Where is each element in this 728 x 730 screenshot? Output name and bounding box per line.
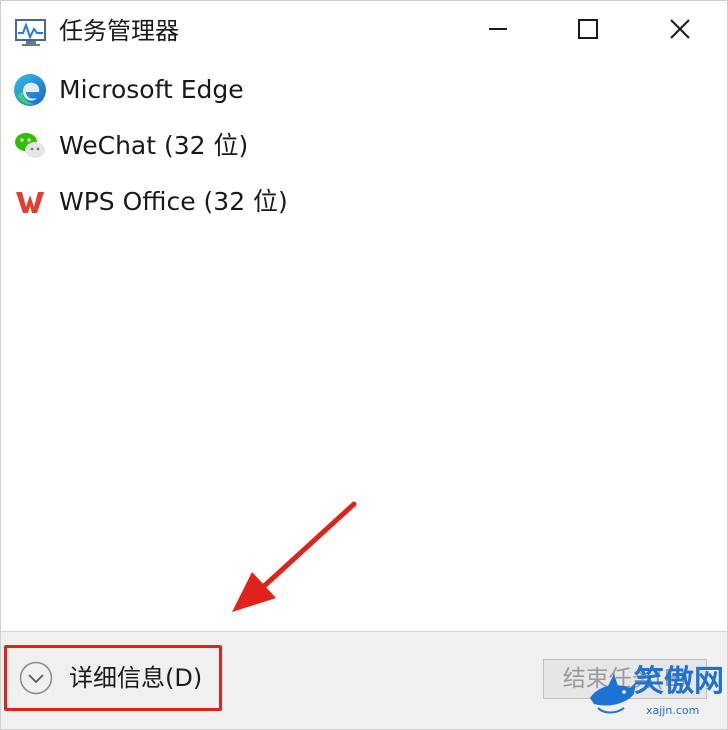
edge-icon [13,73,47,107]
more-details-label: 详细信息(D) [69,664,203,692]
maximize-button[interactable] [543,1,633,61]
minimize-icon [488,19,508,43]
window-title: 任务管理器 [59,17,179,45]
site-watermark: 笑傲网 xajjn.com [584,662,728,730]
watermark-url: xajjn.com [646,704,700,717]
minimize-button[interactable] [453,1,543,61]
shark-logo-icon [586,668,638,720]
close-button[interactable] [635,1,725,61]
task-manager-window: 任务管理器 Microsoft Edge WeChat (32 位) WPS O… [0,0,728,730]
more-details-button[interactable]: 详细信息(D) [4,645,222,711]
maximize-icon [577,18,599,44]
app-name: WPS Office (32 位) [59,187,288,216]
watermark-text: 笑傲网 [634,664,724,699]
list-item[interactable]: WPS Office (32 位) [1,173,727,229]
list-item[interactable]: WeChat (32 位) [1,117,727,173]
wps-icon [13,185,47,219]
chevron-down-icon [19,661,53,695]
app-name: WeChat (32 位) [59,131,249,160]
wechat-icon [13,129,47,163]
close-icon [669,18,691,44]
task-manager-icon [15,19,47,47]
title-bar[interactable]: 任务管理器 [1,1,727,61]
app-name: Microsoft Edge [59,75,244,104]
list-item[interactable]: Microsoft Edge [1,61,727,117]
